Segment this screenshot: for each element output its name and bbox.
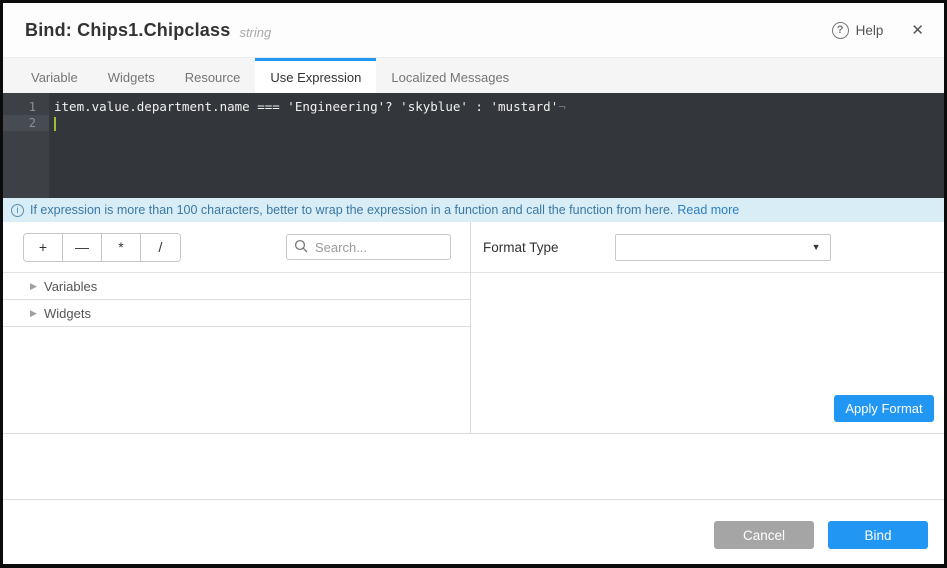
tab-localized-messages[interactable]: Localized Messages [376,58,524,93]
sources-panel: + — * / ▶ Variables ▶ [3,222,471,433]
tab-resource[interactable]: Resource [170,58,256,93]
tree-item-label: Variables [44,279,97,294]
info-bar: i If expression is more than 100 charact… [3,198,944,222]
tab-bar: Variable Widgets Resource Use Expression… [3,58,944,93]
tree-item-widgets[interactable]: ▶ Widgets [3,300,470,327]
format-type-select[interactable]: ▼ [615,234,831,261]
dialog-footer: Cancel Bind [3,499,944,564]
help-circle-icon: ? [832,22,849,39]
dropdown-caret-icon: ▼ [812,242,821,252]
close-icon[interactable]: ✕ [911,21,924,39]
operator-group: + — * / [23,233,181,262]
cancel-button[interactable]: Cancel [714,521,814,549]
info-text: If expression is more than 100 character… [30,203,673,217]
help-label: Help [856,23,884,38]
tab-widgets[interactable]: Widgets [93,58,170,93]
minus-operator-button[interactable]: — [63,234,102,261]
multiply-operator-button[interactable]: * [102,234,141,261]
apply-format-button[interactable]: Apply Format [834,395,934,422]
bind-type-label: string [239,25,271,40]
plus-operator-button[interactable]: + [24,234,63,261]
search-input[interactable] [286,234,451,260]
operators-toolbar: + — * / [3,222,470,273]
header-actions: ? Help ✕ [832,21,924,39]
text-cursor [54,117,56,131]
divide-operator-button[interactable]: / [141,234,180,261]
dialog-title: Bind: Chips1.Chipclass [25,20,230,41]
code-line-2 [49,115,944,131]
tree-item-label: Widgets [44,306,91,321]
chevron-right-icon: ▶ [30,308,44,319]
tab-variable[interactable]: Variable [16,58,93,93]
editor-gutter: 1 2 [3,93,49,198]
tree-item-variables[interactable]: ▶ Variables [3,273,470,300]
search-icon [294,239,308,258]
code-line-1: item.value.department.name === 'Engineer… [49,99,944,115]
main-panels: + — * / ▶ Variables ▶ [3,222,944,434]
info-icon: i [11,204,24,217]
editor-code-area[interactable]: item.value.department.name === 'Engineer… [49,93,944,198]
bind-button[interactable]: Bind [828,521,928,549]
read-more-link[interactable]: Read more [677,203,739,217]
help-button[interactable]: ? Help [832,22,884,39]
chevron-right-icon: ▶ [30,281,44,292]
line-number: 2 [3,115,49,131]
format-type-row: Format Type ▼ [471,222,944,273]
search-box [286,234,451,260]
expression-editor[interactable]: 1 2 item.value.department.name === 'Engi… [3,93,944,198]
empty-area [3,434,944,499]
format-type-label: Format Type [483,240,559,255]
line-number: 1 [3,99,49,115]
expression-text: item.value.department.name === 'Engineer… [54,99,558,114]
tab-use-expression[interactable]: Use Expression [255,58,376,93]
bind-dialog: Bind: Chips1.Chipclass string ? Help ✕ V… [0,0,947,568]
bind-source-tree: ▶ Variables ▶ Widgets [3,273,470,433]
eol-marker: ¬ [558,99,566,114]
format-panel: Format Type ▼ Apply Format [471,222,944,433]
dialog-header: Bind: Chips1.Chipclass string ? Help ✕ [3,3,944,58]
